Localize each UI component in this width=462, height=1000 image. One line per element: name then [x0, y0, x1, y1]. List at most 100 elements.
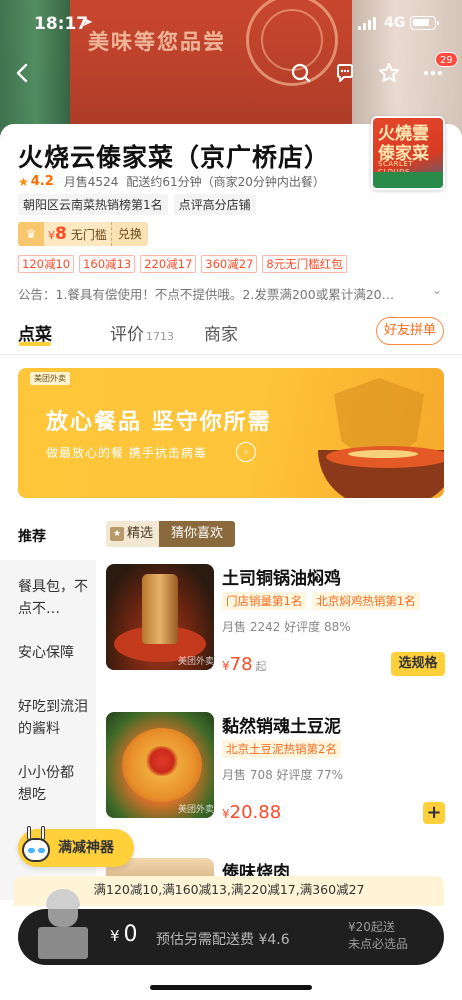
dish-labels: 门店销量第1名 北京焖鸡热销第1名: [222, 592, 420, 610]
robot-head: [22, 838, 50, 862]
delivery-fee: 预估另需配送费 ¥4.6: [156, 932, 290, 948]
store-name: 火烧云傣家菜（京广桥店）: [18, 143, 331, 172]
sidebar-item-recommend[interactable]: 推荐: [0, 526, 96, 548]
dish-image[interactable]: 美团外卖: [106, 712, 214, 818]
search-button[interactable]: [286, 56, 316, 90]
add-to-cart-button[interactable]: +: [423, 802, 445, 824]
hotpot-bowl-illustration: [318, 446, 444, 498]
status-time: 18:17: [34, 14, 89, 34]
cart-currency: ¥: [110, 927, 120, 945]
discount-list: 120减10 160减13 220减17 360减27 8元无门槛红包: [18, 255, 347, 273]
vip-currency: ¥: [48, 229, 55, 242]
store-tag[interactable]: 朝阳区云南菜热销榜第1名: [18, 194, 168, 215]
dish-price: ¥20.88: [222, 802, 281, 823]
store-rating: 4.2: [30, 174, 54, 189]
section-tab-featured[interactable]: ★ 精选: [106, 521, 160, 547]
top-nav: [0, 56, 462, 92]
featured-icon: ★: [110, 527, 124, 541]
delivery-time: 配送约61分钟（商家20分钟内出餐）: [126, 175, 325, 189]
battery-icon: [410, 16, 439, 30]
dish-image-mash: [122, 728, 202, 802]
vip-label: 无门槛: [70, 227, 107, 242]
sidebar-item-tableware[interactable]: 餐具包，不点不…: [0, 576, 90, 620]
message-count-badge: 29: [435, 52, 458, 67]
required-items-hint: 未点必选品: [348, 937, 409, 951]
location-arrow-icon: ➤: [82, 15, 93, 30]
vip-exchange-button[interactable]: 兑换: [110, 222, 148, 246]
rating-star-icon: ★: [18, 174, 29, 189]
tab-merchant[interactable]: 商家: [204, 320, 238, 345]
dish-rank-label: 门店销量第1名: [222, 592, 307, 610]
section-tab-guess[interactable]: 猜你喜欢: [159, 521, 236, 547]
section-tabs: ★ 精选 猜你喜欢: [106, 521, 236, 547]
sidebar-item-small-portions[interactable]: 小小份都想吃: [0, 762, 84, 806]
chevron-down-icon[interactable]: ⌄: [432, 283, 442, 297]
robot-eye-right: [38, 848, 45, 853]
store-notice[interactable]: 公告：1.餐具有偿使用！不点不提供哦。2.发票满200或累计满20…: [18, 284, 438, 303]
promo-subtitle: 做最放心的餐 携手抗击病毒: [46, 446, 207, 460]
back-button[interactable]: [8, 56, 38, 90]
dish-stats: 月售 708 好评度 77%: [222, 768, 344, 782]
discount-tag: 120减10: [18, 255, 75, 273]
dish-item[interactable]: 美团外卖 黏然销魂土豆泥 北京土豆泥热销第2名 月售 708 好评度 77% ¥…: [106, 712, 446, 824]
tab-reviews[interactable]: 评价 1713: [110, 320, 174, 345]
choose-spec-button[interactable]: 选规格: [391, 652, 445, 676]
promo-banner[interactable]: 美团外卖 放心餐品 坚守你所需 做最放心的餐 携手抗击病毒 ›: [18, 368, 444, 498]
chat-bubble-icon: [337, 64, 353, 82]
promo-title: 放心餐品 坚守你所需: [46, 410, 272, 435]
dish-image-watermark: 美团外卖: [178, 657, 214, 667]
red-packet-tag[interactable]: 8元无门槛红包: [262, 255, 347, 273]
dish-name: 黏然销魂土豆泥: [222, 717, 341, 737]
cart-mascot-box: [38, 927, 88, 959]
dish-name: 土司铜锅油焖鸡: [222, 569, 341, 589]
dish-price-currency: ¥: [222, 807, 230, 821]
cart-mascot-icon[interactable]: [34, 889, 92, 959]
cart-total-value: 0: [123, 922, 138, 947]
store-meta: ★ 4.2 月售4524 配送约61分钟（商家20分钟内出餐）: [18, 173, 325, 190]
signal-icon: [358, 17, 378, 30]
dish-image-watermark: 美团外卖: [178, 805, 214, 815]
store-tag[interactable]: 点评高分店铺: [173, 194, 256, 215]
home-indicator: [150, 985, 312, 990]
dish-item[interactable]: 美团外卖 土司铜锅油焖鸡 门店销量第1名 北京焖鸡热销第1名 月售 2242 好…: [106, 564, 446, 676]
crown-icon: ♛: [18, 222, 44, 246]
status-bar: 18:17 ➤ 4G: [0, 0, 462, 46]
vip-amount: ¥8: [44, 224, 67, 244]
discount-tag: 220减17: [140, 255, 197, 273]
vip-coupon: ♛ ¥8 无门槛 兑换: [18, 222, 148, 246]
network-type: 4G: [384, 15, 406, 31]
dish-price: ¥78 起: [222, 654, 267, 675]
dish-price-suffix: 起: [255, 660, 267, 673]
dish-image[interactable]: 美团外卖: [106, 564, 214, 670]
section-tab-featured-label: 精选: [127, 526, 154, 541]
dish-labels: 北京土豆泥热销第2名: [222, 740, 341, 758]
dish-rank-label: 北京土豆泥热销第2名: [222, 740, 341, 758]
sidebar-item-safety[interactable]: 安心保障: [0, 642, 96, 664]
dish-stats: 月售 2242 好评度 88%: [222, 620, 351, 634]
monthly-sales: 月售4524: [63, 175, 119, 189]
robot-eye-left: [28, 848, 35, 853]
cart-bar[interactable]: ¥0 预估另需配送费 ¥4.6 ¥20起送 未点必选品: [18, 889, 444, 965]
store-logo-text: 火燒雲 傣家菜: [378, 124, 429, 164]
promo-brand: 美团外卖: [30, 372, 70, 385]
dish-image-pot: [142, 574, 178, 644]
store-logo-band: [373, 172, 443, 188]
favorite-button[interactable]: [374, 56, 404, 90]
active-tab-indicator: [19, 342, 51, 346]
vip-amount-value: 8: [55, 224, 67, 244]
sidebar-item-sauce[interactable]: 好吃到流泪的酱料: [0, 696, 90, 740]
chevron-right-icon: ›: [236, 442, 256, 462]
vip-coupon-card[interactable]: ♛ ¥8 无门槛 兑换: [18, 222, 148, 246]
search-icon: [291, 63, 311, 83]
discount-tag: 160减13: [79, 255, 136, 273]
store-tags: 朝阳区云南菜热销榜第1名 点评高分店铺: [18, 194, 256, 215]
group-order-button[interactable]: 好友拼单: [376, 317, 444, 345]
dish-price-currency: ¥: [222, 659, 230, 673]
dish-price-value: 20.88: [229, 802, 282, 823]
divider: [0, 354, 462, 355]
store-logo[interactable]: 火燒雲 傣家菜 SCARLET CLOUDS RESTAURANT: [371, 116, 445, 190]
robot-mascot-icon: [18, 826, 54, 868]
checkout-status: ¥20起送 未点必选品: [348, 919, 408, 953]
tab-reviews-label: 评价: [110, 325, 144, 345]
customer-service-button[interactable]: [330, 56, 360, 90]
